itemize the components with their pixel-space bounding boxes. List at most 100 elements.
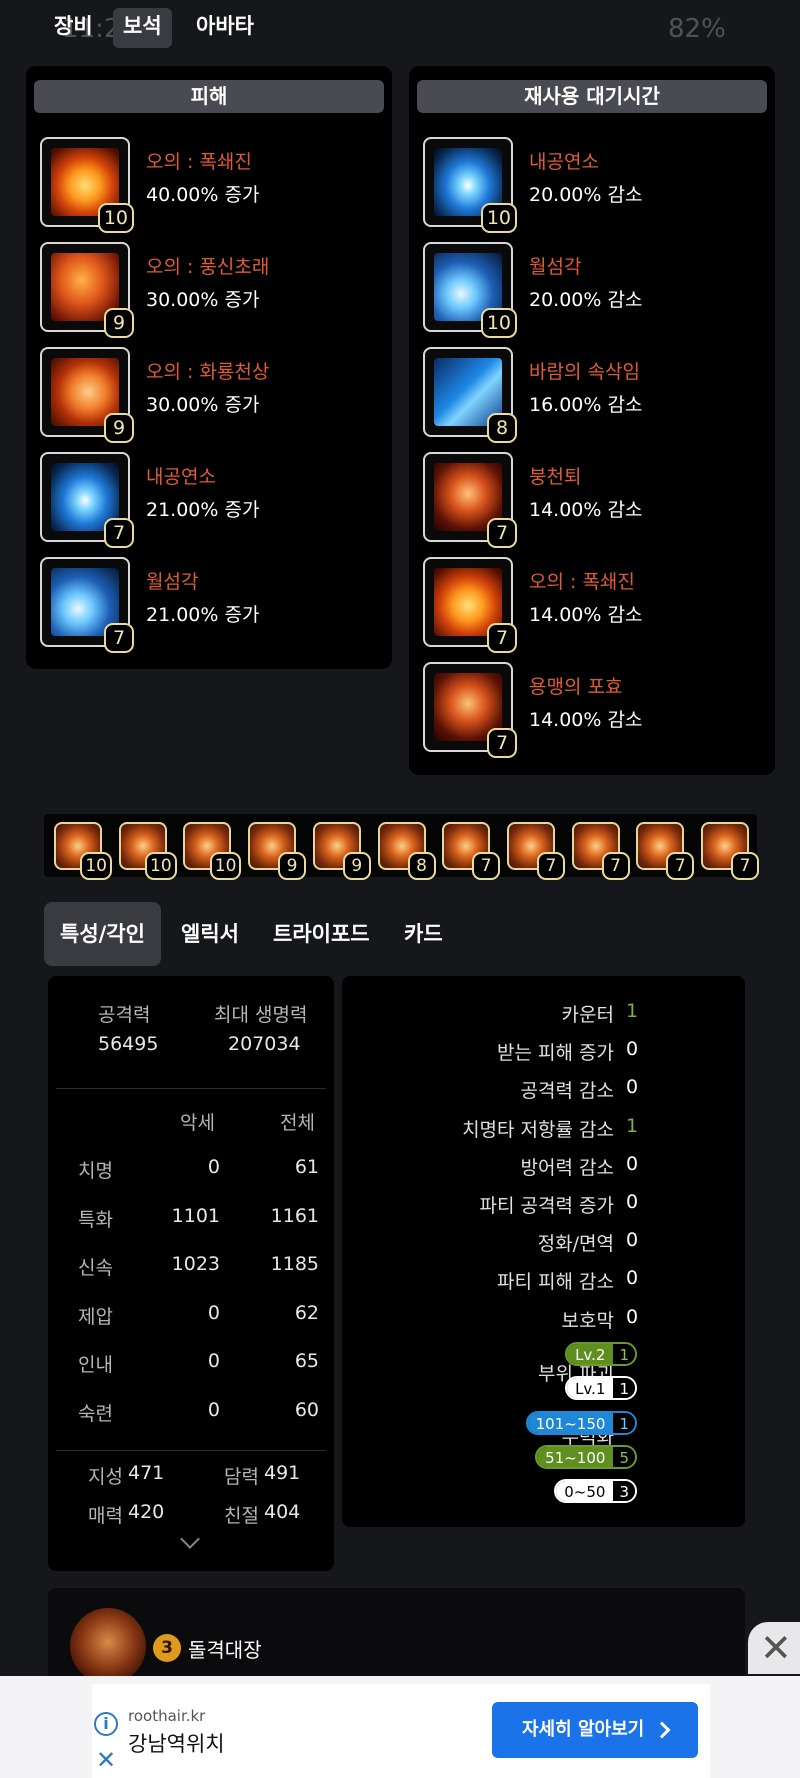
stat-name: 특화 [78, 1208, 113, 1231]
pill-label: Lv.1 [567, 1378, 614, 1398]
effect-label: 카운터 [561, 1004, 614, 1026]
stat-name: 인내 [78, 1354, 113, 1376]
tab-avatar[interactable]: 아바타 [186, 8, 264, 48]
attack-value: 56495 [98, 1033, 159, 1055]
pill-label: 51~100 [537, 1447, 614, 1467]
stat-total-value: 1185 [270, 1253, 319, 1275]
small-gem-level: 7 [472, 852, 501, 880]
pill-count: 1 [613, 1413, 635, 1433]
gem-skill-name: 붕천퇴 [529, 466, 582, 488]
count-pill: 51~100 5 [535, 1445, 637, 1469]
gem-row[interactable]: 10 내공연소 20.00% 감소 [423, 137, 763, 233]
gem-effect: 30.00% 증가 [146, 394, 260, 416]
gem-row[interactable]: 7 용맹의 포효 14.00% 감소 [423, 662, 763, 758]
small-gem-icon[interactable]: 10 [183, 822, 242, 880]
battle-effects-panel: 부위 파괴 무력화 카운터 1 받는 피해 증가 0 공격력 감소 0 치명타 저항률 감소… [342, 976, 745, 1527]
gem-icon: 7 [423, 557, 517, 653]
small-gem-icon[interactable]: 7 [506, 822, 565, 880]
ad-banner[interactable]: i ✕ roothair.kr 강남역위치 자세히 알아보기 [0, 1676, 800, 1778]
tab-engravings[interactable]: 특성/각인 [44, 902, 161, 966]
gem-row[interactable]: 9 오의 : 풍신초래 30.00% 증가 [40, 242, 380, 338]
info-icon[interactable]: i [94, 1712, 118, 1736]
tab-card[interactable]: 카드 [404, 902, 443, 966]
gem-effect: 14.00% 감소 [529, 709, 643, 731]
trait-name: 담력 [224, 1466, 259, 1488]
stat-accessory-value: 0 [207, 1398, 220, 1421]
gem-level-badge: 10 [97, 203, 134, 233]
small-gem-icon[interactable]: 10 [54, 822, 112, 880]
trait-name: 지성 [88, 1466, 123, 1488]
gem-row[interactable]: 9 오의 : 화룡천상 30.00% 증가 [40, 347, 380, 443]
tab-elixir[interactable]: 엘릭서 [181, 902, 239, 966]
small-gem-icon[interactable]: 7 [636, 822, 695, 880]
hp-label: 최대 생명력 [214, 1004, 308, 1026]
pill-count: 1 [613, 1378, 635, 1398]
engraving-icon [70, 1608, 146, 1684]
small-gem-level: 7 [536, 852, 565, 880]
small-gem-level: 10 [209, 852, 242, 880]
gem-icon: 9 [40, 347, 134, 443]
pill-count: 1 [613, 1344, 635, 1364]
gem-row[interactable]: 8 바람의 속삭임 16.00% 감소 [423, 347, 763, 443]
gem-effect: 21.00% 증가 [146, 499, 260, 521]
trait-value: 420 [128, 1501, 165, 1523]
gem-skill-name: 바람의 속삭임 [529, 361, 640, 383]
gem-icon: 7 [40, 452, 134, 548]
gem-icon: 10 [423, 242, 517, 338]
trait-value: 471 [128, 1462, 165, 1484]
small-gem-icon[interactable]: 7 [442, 822, 501, 880]
gem-row[interactable]: 7 월섬각 21.00% 증가 [40, 557, 380, 653]
tab-tripod[interactable]: 트라이포드 [273, 902, 370, 966]
gem-row[interactable]: 7 붕천퇴 14.00% 감소 [423, 452, 763, 548]
gem-skill-name: 내공연소 [146, 466, 216, 488]
expand-chevron-icon[interactable] [180, 1529, 200, 1549]
effect-value: 1 [626, 1114, 639, 1137]
gem-icon: 8 [423, 347, 517, 443]
gem-effect: 14.00% 감소 [529, 499, 643, 521]
small-gem-icon[interactable]: 9 [248, 822, 307, 880]
divider [56, 1450, 326, 1451]
effect-value: 0 [626, 1076, 639, 1099]
small-gem-icon[interactable]: 7 [701, 822, 759, 880]
ad-learn-more-button[interactable]: 자세히 알아보기 [492, 1702, 698, 1758]
divider [56, 1088, 326, 1089]
trait-name: 매력 [88, 1505, 123, 1527]
gem-skill-name: 오의 : 폭쇄진 [146, 151, 252, 173]
gem-effect: 20.00% 감소 [529, 289, 643, 311]
effect-label: 받는 피해 증가 [497, 1042, 614, 1065]
small-gem-icon[interactable]: 10 [118, 822, 177, 880]
tab-equipment[interactable]: 장비 [44, 8, 103, 48]
gem-row[interactable]: 7 오의 : 폭쇄진 14.00% 감소 [423, 557, 763, 653]
gem-row[interactable]: 10 오의 : 폭쇄진 40.00% 증가 [40, 137, 380, 233]
close-ad-button[interactable]: ✕ [748, 1622, 800, 1674]
close-icon: ✕ [760, 1626, 792, 1670]
gem-effect: 14.00% 감소 [529, 604, 643, 626]
tab-gems[interactable]: 보석 [113, 8, 172, 48]
close-icon[interactable]: ✕ [94, 1748, 118, 1772]
col-total: 전체 [280, 1112, 315, 1134]
small-gem-level: 7 [601, 852, 630, 880]
stat-total-value: 60 [294, 1398, 319, 1421]
effect-label: 방어력 감소 [520, 1156, 614, 1179]
small-gem-icon[interactable]: 7 [571, 822, 630, 880]
gem-effect: 20.00% 감소 [529, 184, 643, 206]
stat-name: 숙련 [78, 1402, 113, 1425]
small-gem-icon[interactable]: 9 [312, 822, 371, 880]
trait-value: 404 [264, 1501, 301, 1523]
pill-label: 0~50 [556, 1481, 614, 1501]
stat-accessory-value: 1023 [171, 1253, 220, 1275]
gem-row[interactable]: 7 내공연소 21.00% 증가 [40, 452, 380, 548]
gem-icon: 7 [423, 452, 517, 548]
stat-total-value: 65 [294, 1350, 319, 1372]
trait-name: 친절 [224, 1505, 259, 1527]
gem-strip: 10 10 10 9 9 8 7 7 7 7 7 [44, 814, 759, 880]
gem-level-badge: 9 [104, 308, 134, 338]
gem-skill-name: 오의 : 화룡천상 [146, 361, 270, 383]
gem-skill-name: 내공연소 [529, 151, 599, 173]
ad-button-label: 자세히 알아보기 [522, 1719, 645, 1740]
small-gem-icon[interactable]: 8 [377, 822, 436, 880]
gem-skill-name: 월섬각 [146, 571, 199, 593]
gem-row[interactable]: 10 월섬각 20.00% 감소 [423, 242, 763, 338]
stat-accessory-value: 0 [207, 1350, 220, 1372]
gem-effect: 16.00% 감소 [529, 394, 643, 416]
